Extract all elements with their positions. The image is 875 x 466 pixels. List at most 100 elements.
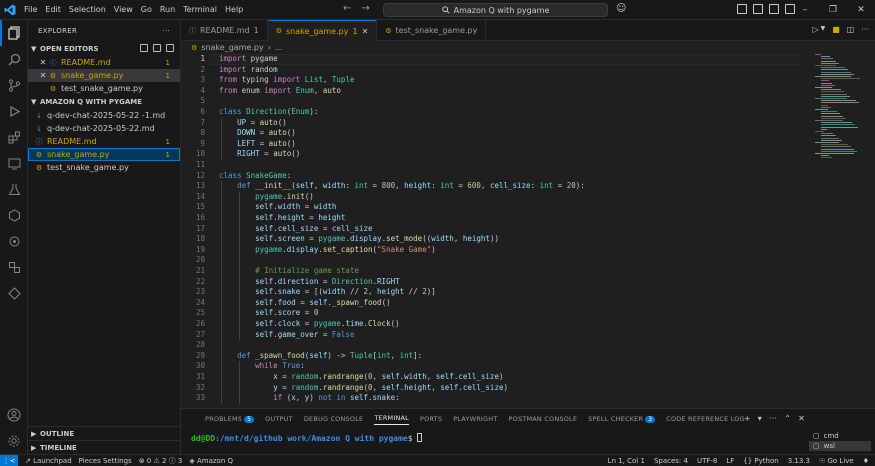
breadcrumb-symbol[interactable]: ...: [275, 43, 283, 52]
restore-icon[interactable]: ❐: [819, 0, 847, 20]
code-line: import random: [219, 64, 278, 74]
minimap-line: [821, 67, 845, 69]
file-item[interactable]: ↓ q-dev-chat-2025-05-22.md: [28, 122, 180, 135]
indentation-status[interactable]: Spaces: 4: [654, 457, 688, 465]
more-actions-icon[interactable]: ···: [769, 414, 777, 423]
tab-snake-game[interactable]: ⚙ snake_game.py 1 ✕: [267, 20, 378, 41]
panel-tab-code-reference-log[interactable]: CODE REFERENCE LOG: [666, 415, 745, 423]
close-tab-icon[interactable]: ✕: [362, 27, 369, 36]
file-item[interactable]: ⚙ test_snake_game.py: [28, 161, 180, 174]
minimap-line: [815, 109, 828, 110]
panel-tab-playwright[interactable]: PLAYWRIGHT: [453, 415, 497, 423]
menu-terminal[interactable]: Terminal: [183, 5, 217, 14]
more-actions-icon[interactable]: ···: [162, 27, 170, 35]
search-view-icon[interactable]: [0, 46, 28, 72]
menu-edit[interactable]: Edit: [45, 5, 61, 14]
source-control-icon[interactable]: [0, 72, 28, 98]
back-arrow-icon[interactable]: ←: [343, 3, 351, 14]
language-status[interactable]: {} Python: [743, 457, 778, 465]
go-live-status[interactable]: ☉ Go Live: [819, 457, 854, 465]
close-panel-icon[interactable]: ✕: [798, 414, 805, 423]
pieces-settings-status[interactable]: Pieces Settings: [79, 457, 132, 465]
python-icon: ⚙: [49, 84, 57, 93]
menu-file[interactable]: File: [24, 5, 37, 14]
copilot-icon[interactable]: ☺: [616, 3, 626, 14]
toggle-panel-icon[interactable]: [753, 4, 763, 14]
encoding-status[interactable]: UTF-8: [697, 457, 717, 465]
save-all-icon[interactable]: [153, 44, 161, 52]
panel-tab-debug-console[interactable]: DEBUG CONSOLE: [304, 415, 364, 423]
panel-tab-spell-checker[interactable]: SPELL CHECKER 3: [588, 415, 656, 423]
tab-test-snake-game[interactable]: ⚙ test_snake_game.py: [377, 20, 487, 41]
toggle-secondary-sidebar-icon[interactable]: [769, 4, 779, 14]
command-center-search[interactable]: Amazon Q with pygame: [383, 3, 608, 17]
file-item[interactable]: ⓘ README.md 1: [28, 135, 180, 148]
folder-header[interactable]: ▼ AMAZON Q WITH PYGAME: [28, 95, 180, 109]
cursor-position-status[interactable]: Ln 1, Col 1: [608, 457, 645, 465]
launchpad-status[interactable]: ↗ Launchpad: [25, 457, 72, 465]
remote-explorer-icon[interactable]: [0, 150, 28, 176]
minimap[interactable]: [811, 54, 867, 164]
extensions-icon[interactable]: [0, 124, 28, 150]
new-terminal-icon[interactable]: +: [744, 414, 751, 423]
close-icon[interactable]: ✕: [847, 0, 875, 20]
open-editors-header[interactable]: ▼ OPEN EDITORS: [28, 42, 180, 56]
menu-selection[interactable]: Selection: [69, 5, 106, 14]
panel-tab-output[interactable]: OUTPUT: [265, 415, 293, 423]
menu-go[interactable]: Go: [141, 5, 152, 14]
terminal-instance-wsl[interactable]: ▢ wsl: [809, 441, 871, 451]
settings-gear-icon[interactable]: [0, 428, 28, 454]
pieces-icon[interactable]: [0, 228, 28, 254]
vertical-scrollbar[interactable]: [867, 54, 873, 408]
open-editor-item[interactable]: ⚙ test_snake_game.py: [28, 82, 180, 95]
amazon-q-icon[interactable]: [0, 202, 28, 228]
forward-arrow-icon[interactable]: →: [361, 3, 369, 14]
chevron-down-icon[interactable]: ▼: [821, 25, 826, 34]
close-editor-icon[interactable]: ✕: [38, 58, 48, 67]
remote-indicator-icon[interactable]: ⋮<: [0, 454, 18, 466]
panel-tab-terminal[interactable]: TERMINAL: [374, 414, 409, 425]
open-editor-item[interactable]: ✕ ⓘ README.md 1: [28, 56, 180, 69]
menu-run[interactable]: Run: [160, 5, 175, 14]
timeline-header[interactable]: ▶ TIMELINE: [28, 441, 181, 455]
file-item[interactable]: ↓ q-dev-chat-2025-05-22 -1.md: [28, 109, 180, 122]
postman-icon[interactable]: [0, 254, 28, 280]
split-editor-icon[interactable]: ◫: [847, 25, 855, 34]
menu-view[interactable]: View: [114, 5, 133, 14]
breadcrumb-file[interactable]: snake_game.py: [201, 43, 263, 52]
run-debug-icon[interactable]: [0, 98, 28, 124]
eol-status[interactable]: LF: [726, 457, 734, 465]
outline-header[interactable]: ▶ OUTLINE: [28, 427, 181, 441]
minimize-icon[interactable]: –: [791, 0, 819, 20]
terminal-output[interactable]: dd@DD:/mnt/d/github work/Amazon Q with p…: [191, 433, 423, 443]
minimap-line: [821, 69, 848, 71]
amazon-q-action-icon[interactable]: ■: [832, 25, 840, 34]
code-editor[interactable]: 1 import pygame 2 import random 3 from typing…: [181, 54, 801, 408]
notifications-bell-icon[interactable]: ♦: [863, 457, 869, 465]
codewhisperer-icon[interactable]: [0, 280, 28, 306]
problems-status[interactable]: ⊗ 0 ⚠ 2 ⓘ 3: [139, 456, 183, 466]
new-untitled-file-icon[interactable]: [140, 44, 148, 52]
terminal-instance-cmd[interactable]: ▢ cmd: [809, 431, 871, 441]
close-editor-icon[interactable]: ✕: [38, 71, 48, 80]
tab-readme[interactable]: ⓘ README.md 1: [181, 20, 268, 41]
panel-tab-ports[interactable]: PORTS: [420, 415, 442, 423]
explorer-icon[interactable]: [0, 20, 28, 46]
more-actions-icon[interactable]: ···: [861, 25, 869, 34]
maximize-panel-icon[interactable]: ⌃: [784, 414, 791, 423]
panel-tab-postman-console[interactable]: POSTMAN CONSOLE: [509, 415, 578, 423]
amazon-q-status[interactable]: ◈ Amazon Q: [189, 457, 233, 465]
open-editor-item[interactable]: ✕ ⚙ snake_game.py 1: [28, 69, 180, 82]
line-number: 31: [195, 372, 205, 381]
toggle-sidebar-icon[interactable]: [737, 4, 747, 14]
menu-help[interactable]: Help: [225, 5, 243, 14]
python-version-status[interactable]: 3.13.3: [788, 457, 810, 465]
testing-icon[interactable]: [0, 176, 28, 202]
file-item-selected[interactable]: ⚙ snake_game.py 1: [28, 148, 180, 161]
account-icon[interactable]: [0, 402, 28, 428]
panel-tab-problems[interactable]: PROBLEMS 5: [205, 415, 255, 423]
run-python-file-icon[interactable]: ▷: [812, 25, 818, 34]
chevron-down-icon[interactable]: ▾: [758, 414, 762, 423]
close-all-icon[interactable]: [166, 44, 174, 52]
line-number: 15: [195, 202, 205, 212]
